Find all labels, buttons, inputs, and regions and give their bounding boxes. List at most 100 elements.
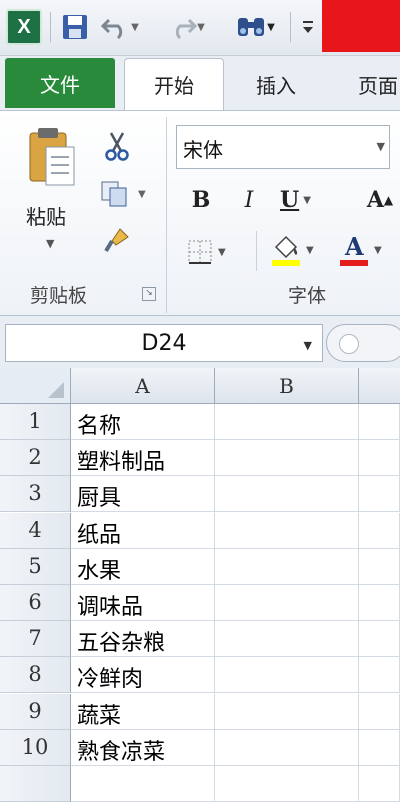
cell-b[interactable] — [215, 513, 359, 549]
chevron-down-icon[interactable]: ▼ — [306, 245, 314, 256]
save-icon[interactable] — [58, 10, 92, 44]
excel-app-icon[interactable]: X — [6, 9, 42, 45]
cell-a[interactable]: 五谷杂粮 — [71, 621, 215, 657]
cell-b[interactable] — [215, 730, 359, 766]
undo-icon[interactable]: ▼ — [98, 10, 142, 44]
cell-a[interactable]: 调味品 — [71, 585, 215, 621]
border-icon — [188, 240, 212, 264]
underline-label: U — [280, 187, 300, 213]
italic-button[interactable]: I — [234, 179, 264, 221]
group-separator — [256, 231, 257, 271]
chevron-down-icon[interactable]: ▼ — [377, 140, 385, 153]
formula-bar: D24 ▼ — [0, 316, 400, 368]
cell-a[interactable]: 熟食凉菜 — [71, 730, 215, 766]
cell-c[interactable] — [359, 694, 400, 730]
chevron-down-icon[interactable]: ▼ — [303, 195, 311, 206]
fill-bucket-icon — [272, 235, 300, 266]
row-header[interactable]: 7 — [0, 621, 71, 657]
title-bar-red-block — [322, 0, 400, 52]
row-header[interactable] — [0, 766, 71, 802]
cell-b[interactable] — [215, 585, 359, 621]
cell-c[interactable] — [359, 513, 400, 549]
tab-insert[interactable]: 插入 — [236, 58, 316, 110]
column-header-c[interactable] — [359, 368, 400, 404]
cell-a[interactable]: 冷鲜肉 — [71, 657, 215, 693]
column-header-b[interactable]: B — [215, 368, 359, 404]
cell-b[interactable] — [215, 476, 359, 512]
svg-text:A: A — [344, 233, 364, 261]
row-header[interactable]: 8 — [0, 657, 71, 693]
name-box-value: D24 — [141, 331, 187, 356]
row-header[interactable]: 1 — [0, 404, 71, 440]
grow-font-icon[interactable]: A ▲ — [360, 179, 400, 221]
cut-icon[interactable] — [100, 129, 134, 163]
redo-icon[interactable]: ▼ — [164, 10, 208, 44]
customize-icon[interactable] — [298, 10, 318, 44]
row-header[interactable]: 4 — [0, 513, 71, 549]
chevron-down-icon[interactable]: ▼ — [218, 247, 226, 258]
cell-c[interactable] — [359, 440, 400, 476]
cell-b[interactable] — [215, 621, 359, 657]
tab-file[interactable]: 文件 — [5, 58, 115, 108]
bold-button[interactable]: B — [186, 179, 216, 221]
font-color-button[interactable]: A ▼ — [338, 229, 398, 271]
tab-page-layout[interactable]: 页面 — [340, 58, 400, 110]
cell-b[interactable] — [215, 657, 359, 693]
cell-c[interactable] — [359, 766, 400, 802]
row-header[interactable]: 2 — [0, 440, 71, 476]
row-header[interactable]: 6 — [0, 585, 71, 621]
paste-dropdown-icon[interactable]: ▼ — [46, 237, 54, 250]
toolbar-separator — [50, 12, 51, 42]
row-header[interactable]: 9 — [0, 694, 71, 730]
select-all-corner[interactable] — [0, 368, 71, 404]
font-name-value: 宋体 — [183, 138, 223, 162]
row-header[interactable]: 5 — [0, 549, 71, 585]
quick-access-toolbar: X ▼ ▼ ▼ — [0, 0, 400, 56]
cell-c[interactable] — [359, 476, 400, 512]
paste-button-label[interactable]: 粘贴 — [26, 201, 66, 230]
cell-a[interactable]: 蔬菜 — [71, 694, 215, 730]
cell-b[interactable] — [215, 440, 359, 476]
row-header[interactable]: 10 — [0, 730, 71, 766]
cell-b[interactable] — [215, 549, 359, 585]
cell-c[interactable] — [359, 621, 400, 657]
font-group-label: 字体 — [288, 285, 327, 307]
column-header-a[interactable]: A — [71, 368, 215, 404]
clipboard-launcher-icon[interactable]: ↘ — [142, 287, 156, 301]
paste-icon[interactable] — [26, 125, 78, 189]
cell-a[interactable]: 塑料制品 — [71, 440, 215, 476]
font-name-select[interactable]: 宋体 ▼ — [176, 125, 390, 169]
name-box[interactable]: D24 ▼ — [5, 324, 323, 362]
cell-c[interactable] — [359, 404, 400, 440]
chevron-down-icon[interactable]: ▼ — [374, 245, 382, 256]
ribbon-home: 粘贴 ▼ ▼ 剪贴板 ↘ 宋体 ▼ B I U ▼ A ▲ ▼ ▼ A ▼ 字体 — [0, 110, 400, 316]
cell-b[interactable] — [215, 766, 359, 802]
cell-c[interactable] — [359, 730, 400, 766]
format-painter-icon[interactable] — [100, 223, 134, 257]
worksheet-grid: A B 1 名称 2 塑料制品 3 厨具 4 纸品 5 水果 6 调味品 7 五谷杂粮 8 冷鲜肉 9 蔬菜 10 熟… — [0, 368, 400, 802]
cell-a[interactable]: 水果 — [71, 549, 215, 585]
ribbon-tabs: 文件 开始 插入 页面 — [0, 56, 400, 110]
borders-button[interactable]: ▼ — [186, 231, 242, 273]
row-header[interactable]: 3 — [0, 476, 71, 512]
underline-button[interactable]: U ▼ — [280, 179, 336, 221]
find-icon[interactable]: ▼ — [228, 10, 282, 44]
group-separator — [166, 117, 167, 313]
formula-bar-handle[interactable] — [326, 324, 400, 362]
font-color-icon: A — [340, 233, 368, 266]
clipboard-group-label: 剪贴板 — [30, 285, 88, 307]
fill-color-button[interactable]: ▼ — [270, 229, 330, 271]
cell-b[interactable] — [215, 694, 359, 730]
toolbar-separator — [290, 12, 291, 42]
cell-a[interactable]: 名称 — [71, 404, 215, 440]
cell-b[interactable] — [215, 404, 359, 440]
cell-c[interactable] — [359, 549, 400, 585]
cell-a[interactable] — [71, 766, 215, 802]
cell-c[interactable] — [359, 585, 400, 621]
cell-a[interactable]: 纸品 — [71, 513, 215, 549]
tab-home[interactable]: 开始 — [124, 58, 224, 110]
copy-icon[interactable]: ▼ — [100, 177, 156, 211]
chevron-down-icon[interactable]: ▼ — [304, 339, 312, 352]
cell-a[interactable]: 厨具 — [71, 476, 215, 512]
cell-c[interactable] — [359, 657, 400, 693]
